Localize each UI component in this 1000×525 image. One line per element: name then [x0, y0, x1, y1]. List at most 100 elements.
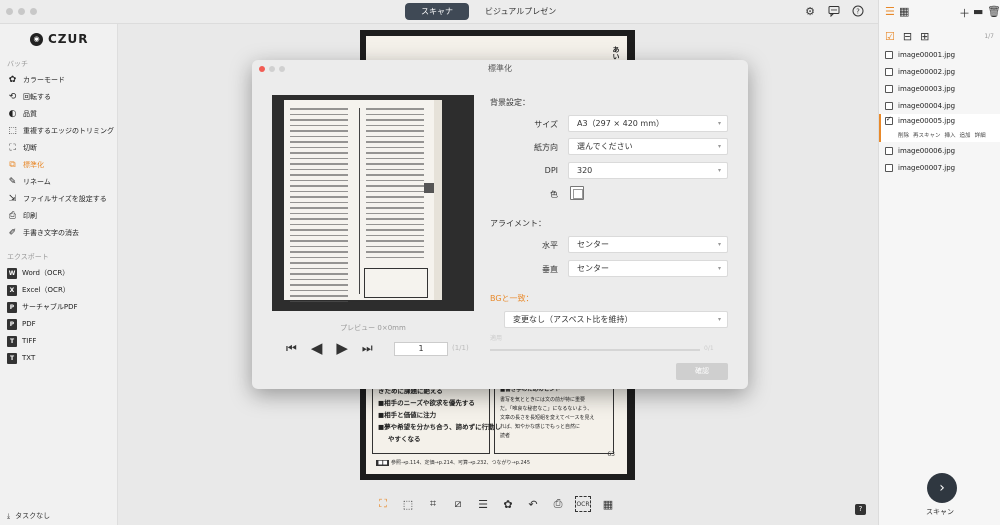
export-pdf[interactable]: P PDF: [7, 317, 36, 331]
minimize-window-button[interactable]: [18, 8, 25, 15]
excel-icon: X: [7, 284, 17, 296]
color-picker[interactable]: [570, 186, 584, 200]
list-item[interactable]: image00002.jpg: [879, 63, 1000, 80]
export-excel[interactable]: X Excel（OCR）: [7, 283, 70, 297]
tab-scanner[interactable]: スキャナ: [405, 3, 469, 20]
bg-match-select[interactable]: 変更なし（アスペスト比を維持） ▾: [504, 311, 728, 328]
adjust-sliders-icon[interactable]: ☰: [475, 496, 491, 512]
menu-label: カラーモード: [23, 76, 65, 84]
file-checkbox[interactable]: [885, 115, 893, 125]
details-action[interactable]: 詳細: [975, 131, 986, 139]
print-icon[interactable]: ⎙: [550, 496, 566, 512]
menu-file-size[interactable]: ⇲ ファイルサイズを設定する: [7, 192, 107, 206]
delete-action[interactable]: 削除: [898, 131, 909, 139]
menu-print[interactable]: ⎙ 印刷: [7, 209, 37, 223]
orientation-select[interactable]: 選んでください ▾: [568, 138, 728, 155]
last-page-icon[interactable]: ⏭: [362, 341, 373, 356]
logo-text: CZUR: [48, 32, 89, 46]
crop-icon[interactable]: ⌗: [425, 496, 441, 512]
select-all-icon[interactable]: ☑: [885, 30, 895, 43]
menu-rename[interactable]: ✎ リネーム: [7, 175, 51, 189]
export-txt[interactable]: T TXT: [7, 351, 35, 365]
list-item-selected[interactable]: image00005.jpg 削除 再スキャン 挿入 追加 詳細: [879, 114, 1000, 142]
corner-help-icon[interactable]: ?: [855, 504, 866, 515]
list-item[interactable]: image00003.jpg: [879, 80, 1000, 97]
menu-standardize[interactable]: ⧉ 標準化: [7, 158, 44, 172]
tab-visual-presenter[interactable]: ビジュアルプレゼン: [469, 3, 572, 20]
deskew-icon[interactable]: ⧄: [450, 496, 466, 512]
vertical-value: センター: [577, 264, 609, 273]
folder-icon[interactable]: ▬: [973, 5, 983, 18]
chat-icon[interactable]: [828, 5, 840, 17]
task-status[interactable]: ⤓ タスクなし: [7, 511, 50, 521]
qr-code-icon[interactable]: ▦: [600, 496, 616, 512]
ocr-icon[interactable]: OCR: [575, 496, 591, 512]
export-searchable-pdf[interactable]: P サーチャブルPDF: [7, 300, 78, 314]
menu-label: ファイルサイズを設定する: [23, 195, 107, 203]
rescan-action[interactable]: 再スキャン: [913, 131, 941, 139]
color-mode-icon[interactable]: ✿: [500, 496, 516, 512]
list-item[interactable]: image00007.jpg: [879, 159, 1000, 176]
confirm-button[interactable]: 確認: [676, 363, 728, 380]
trash-icon[interactable]: 🗑: [987, 5, 1000, 18]
menu-label: サーチャブルPDF: [22, 303, 78, 311]
help-icon[interactable]: ?: [852, 5, 864, 17]
export-word[interactable]: W Word（OCR）: [7, 266, 69, 280]
menu-color-mode[interactable]: ✿ カラーモード: [7, 73, 65, 87]
file-checkbox[interactable]: [885, 163, 893, 172]
menu-rotate[interactable]: ⟲ 回転する: [7, 90, 51, 104]
undo-icon[interactable]: ↶: [525, 496, 541, 512]
file-name: image00005.jpg: [898, 117, 956, 125]
printer-icon: ⎙: [8, 211, 17, 221]
batch-section-label: バッチ: [7, 60, 28, 68]
list-item[interactable]: image00001.jpg: [879, 46, 1000, 63]
append-action[interactable]: 追加: [960, 131, 971, 139]
pdf-icon: P: [7, 318, 17, 330]
file-checkbox[interactable]: [885, 101, 893, 110]
size-select[interactable]: A3（297 × 420 mm） ▾: [568, 115, 728, 132]
horizontal-select[interactable]: センター ▾: [568, 236, 728, 253]
page-footer: ■■ 参照→p.114、定価→p.214、可算→p.232、つながり→p.245: [376, 459, 530, 466]
trim-icon: ⬚: [8, 126, 17, 136]
list-item[interactable]: image00004.jpg: [879, 97, 1000, 114]
export-tiff[interactable]: T TIFF: [7, 334, 36, 348]
file-checkbox[interactable]: [885, 67, 893, 76]
page-number-input[interactable]: 1: [394, 342, 448, 356]
left-sidebar: ◉ CZUR バッチ ✿ カラーモード ⟲ 回転する ◐ 品質 ⬚ 重複するエッジのトリ…: [0, 24, 118, 525]
grid-view-icon[interactable]: ▦: [899, 5, 909, 18]
resize-icon: ⇲: [8, 194, 17, 204]
auto-crop-icon[interactable]: ⛶: [375, 496, 391, 512]
next-page-icon[interactable]: ▶: [336, 339, 348, 357]
file-checkbox[interactable]: [885, 50, 893, 59]
menu-erase-handwriting[interactable]: ✐ 手書き文字の消去: [7, 226, 79, 240]
gear-icon[interactable]: ⚙: [804, 5, 816, 18]
preview-paper: [284, 100, 434, 302]
menu-label: TXT: [22, 354, 36, 362]
menu-cut[interactable]: ⛶ 切断: [7, 141, 37, 155]
double-page-icon[interactable]: ⊞: [920, 30, 929, 43]
vertical-select[interactable]: センター ▾: [568, 260, 728, 277]
menu-trim-overlap[interactable]: ⬚ 重複するエッジのトリミング: [7, 124, 114, 138]
close-window-button[interactable]: [6, 8, 13, 15]
file-checkbox[interactable]: [885, 84, 893, 93]
menu-label: 切断: [23, 144, 37, 152]
prev-page-icon[interactable]: ◀: [311, 339, 323, 357]
menu-label: Word（OCR）: [22, 269, 70, 277]
zoom-window-button[interactable]: [30, 8, 37, 15]
page-corner-text: あい: [612, 46, 620, 60]
single-page-icon[interactable]: ⊟: [903, 30, 912, 43]
list-view-icon[interactable]: ☰: [885, 5, 895, 18]
add-icon[interactable]: ＋: [959, 5, 970, 21]
preview-divider: [359, 108, 360, 294]
manual-select-icon[interactable]: ⬚: [400, 496, 416, 512]
menu-quality[interactable]: ◐ 品質: [7, 107, 37, 121]
file-checkbox[interactable]: [885, 146, 893, 155]
dpi-select[interactable]: 320 ▾: [568, 162, 728, 179]
scan-button[interactable]: ›: [927, 473, 957, 503]
list-item[interactable]: image00006.jpg: [879, 142, 1000, 159]
file-name: image00004.jpg: [898, 101, 956, 110]
threshold-slider[interactable]: [490, 349, 700, 351]
first-page-icon[interactable]: ⏮: [286, 341, 297, 356]
insert-action[interactable]: 挿入: [945, 131, 956, 139]
page-number: 63: [607, 451, 615, 458]
